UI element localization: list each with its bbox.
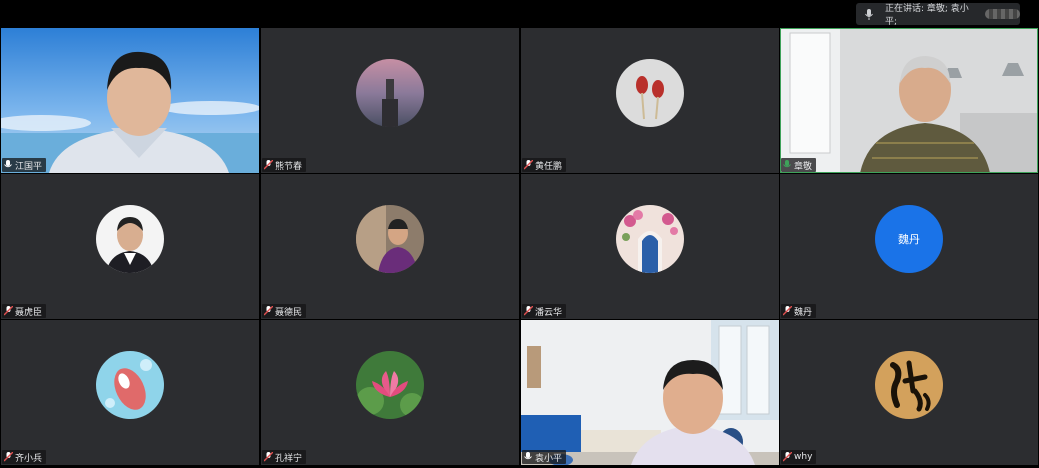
avatar-text: 魏丹 bbox=[898, 233, 920, 246]
name-label: 潘云华 bbox=[522, 304, 567, 318]
name-label: 聂虎臣 bbox=[2, 304, 47, 318]
participant-tile[interactable]: 江国平 bbox=[1, 28, 259, 173]
avatar bbox=[356, 59, 424, 127]
top-bar: 正在讲话: 章敬; 袁小平; bbox=[0, 0, 1039, 27]
speaking-text: 正在讲话: 章敬; 袁小平; bbox=[885, 4, 969, 27]
avatar-initials: 魏丹 bbox=[875, 205, 943, 273]
name-label: 聂德民 bbox=[262, 304, 307, 318]
name-label: 孔祥宁 bbox=[262, 450, 307, 464]
participant-tile[interactable]: 袁小平 bbox=[521, 320, 779, 465]
participant-tile[interactable]: 黄任鹏 bbox=[521, 28, 779, 173]
participant-video bbox=[521, 320, 779, 465]
participant-name: why bbox=[794, 452, 813, 462]
muted-microphone-icon bbox=[524, 160, 533, 170]
participant-name: 聂德民 bbox=[275, 307, 303, 318]
participant-name: 齐小兵 bbox=[15, 453, 43, 464]
participant-tile[interactable]: 齐小兵 bbox=[1, 320, 259, 465]
avatar bbox=[616, 59, 684, 127]
avatar bbox=[356, 205, 424, 273]
muted-microphone-icon bbox=[4, 306, 13, 316]
name-label: 魏丹 bbox=[781, 304, 817, 318]
blurred-name bbox=[985, 9, 1020, 19]
muted-microphone-icon bbox=[264, 306, 273, 316]
microphone-icon bbox=[865, 8, 873, 20]
participant-name: 孔祥宁 bbox=[275, 453, 303, 464]
name-label: 熊节春 bbox=[262, 158, 307, 172]
participant-tile-active[interactable]: 章敬 bbox=[780, 28, 1038, 173]
participant-name: 魏丹 bbox=[794, 307, 813, 318]
participant-tile[interactable]: 熊节春 bbox=[261, 28, 519, 173]
participant-tile[interactable]: 孔祥宁 bbox=[261, 320, 519, 465]
participant-tile[interactable]: 潘云华 bbox=[521, 174, 779, 319]
avatar bbox=[96, 205, 164, 273]
avatar bbox=[96, 351, 164, 419]
participant-name: 熊节春 bbox=[275, 161, 303, 172]
name-label: 江国平 bbox=[2, 158, 47, 172]
name-label: 黄任鹏 bbox=[522, 158, 567, 172]
avatar bbox=[616, 205, 684, 273]
avatar bbox=[356, 351, 424, 419]
participant-video bbox=[1, 28, 259, 173]
avatar bbox=[875, 351, 943, 419]
participant-name: 袁小平 bbox=[535, 453, 563, 464]
participant-tile[interactable]: why bbox=[780, 320, 1038, 465]
name-label: 袁小平 bbox=[522, 450, 567, 464]
participant-tile[interactable]: 聂德民 bbox=[261, 174, 519, 319]
participant-video bbox=[780, 28, 1038, 173]
name-label: 齐小兵 bbox=[2, 450, 47, 464]
muted-microphone-icon bbox=[264, 452, 273, 462]
muted-microphone-icon bbox=[783, 452, 792, 462]
participant-name: 潘云华 bbox=[535, 307, 563, 318]
microphone-icon bbox=[4, 160, 12, 170]
muted-microphone-icon bbox=[4, 452, 13, 462]
muted-microphone-icon bbox=[264, 160, 273, 170]
participant-name: 聂虎臣 bbox=[15, 307, 43, 318]
participant-tile[interactable]: 魏丹 魏丹 bbox=[780, 174, 1038, 319]
microphone-icon bbox=[783, 160, 791, 170]
muted-microphone-icon bbox=[783, 306, 792, 316]
microphone-icon bbox=[524, 452, 532, 462]
name-label: why bbox=[781, 450, 817, 464]
speaking-indicator: 正在讲话: 章敬; 袁小平; bbox=[856, 3, 1020, 27]
name-label: 章敬 bbox=[781, 158, 817, 172]
participant-tile[interactable]: 聂虎臣 bbox=[1, 174, 259, 319]
participant-name: 黄任鹏 bbox=[535, 161, 563, 172]
participant-name: 章敬 bbox=[794, 161, 813, 172]
muted-microphone-icon bbox=[524, 306, 533, 316]
participant-name: 江国平 bbox=[15, 161, 43, 172]
